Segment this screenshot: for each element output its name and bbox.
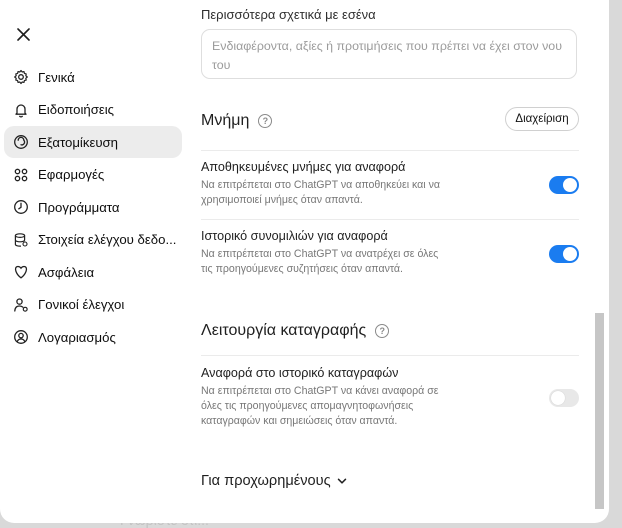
more-about-you-label: Περισσότερα σχετικά με εσένα	[201, 7, 376, 22]
sidebar-item-label: Λογαριασμός	[38, 329, 116, 345]
bell-icon	[13, 102, 29, 118]
sidebar-item-parental-controls[interactable]: Γονικοί έλεγχοι	[4, 289, 182, 321]
sidebar-item-personalization[interactable]: Εξατομίκευση	[4, 126, 182, 158]
saved-memories-description: Να επιτρέπεται στο ChatGPT να αποθηκεύει…	[201, 179, 441, 206]
sidebar-item-data-controls[interactable]: Στοιχεία ελέγχου δεδο...	[4, 224, 182, 256]
sidebar-item-notifications[interactable]: Ειδοποιήσεις	[4, 94, 182, 126]
chat-history-toggle[interactable]	[549, 245, 579, 263]
close-icon	[16, 27, 30, 41]
settings-sidebar: Γενικά Ειδοποιήσεις Εξατομίκευση Εφαρμογ…	[4, 61, 182, 354]
clock-icon	[13, 199, 29, 215]
saved-memories-row: Αποθηκευμένες μνήμες για αναφορά Να επιτ…	[201, 160, 441, 208]
sidebar-item-label: Γονικοί έλεγχοι	[38, 297, 125, 312]
parental-user-icon	[13, 297, 29, 313]
divider	[201, 150, 579, 151]
sidebar-item-label: Στοιχεία ελέγχου δεδο...	[38, 232, 177, 247]
more-about-you-input[interactable]: Ενδιαφέροντα, αξίες ή προτιμήσεις που πρ…	[201, 29, 577, 79]
help-icon[interactable]: ?	[258, 114, 273, 128]
settings-content: Περισσότερα σχετικά με εσένα Ενδιαφέροντ…	[201, 0, 579, 523]
divider	[201, 355, 579, 356]
chat-history-title: Ιστορικό συνομιλιών για αναφορά	[201, 229, 388, 243]
chat-history-row: Ιστορικό συνομιλιών για αναφορά Να επιτρ…	[201, 229, 441, 277]
scrollbar-thumb[interactable]	[595, 313, 604, 509]
settings-modal: Γενικά Ειδοποιήσεις Εξατομίκευση Εφαρμογ…	[0, 0, 609, 523]
sidebar-item-label: Εξατομίκευση	[38, 134, 119, 150]
advanced-label: Για προχωρημένους	[201, 473, 331, 489]
chat-history-description: Να επιτρέπεται στο ChatGPT να ανατρέχει …	[201, 248, 439, 275]
sidebar-item-account[interactable]: Λογαριασμός	[4, 321, 182, 353]
recording-history-title: Αναφορά στο ιστορικό καταγραφών	[201, 366, 399, 380]
help-icon[interactable]: ?	[375, 324, 390, 338]
manage-memory-button[interactable]: Διαχείριση	[505, 107, 579, 131]
gear-icon	[13, 69, 29, 85]
chevron-down-icon	[337, 478, 346, 484]
close-button[interactable]	[13, 24, 33, 44]
advanced-expander[interactable]: Για προχωρημένους	[201, 473, 348, 489]
memory-section-title: Μνήμη ?	[201, 112, 273, 130]
memory-title: Μνήμη	[201, 112, 250, 129]
sidebar-item-apps[interactable]: Εφαρμογές	[4, 159, 182, 191]
toggle-knob	[563, 178, 577, 192]
sidebar-item-label: Ειδοποιήσεις	[38, 102, 115, 117]
sidebar-item-label: Προγράμματα	[38, 199, 120, 215]
sidebar-item-schedules[interactable]: Προγράμματα	[4, 191, 182, 223]
recording-history-description: Να επιτρέπεται στο ChatGPT να κάνει αναφ…	[201, 385, 439, 427]
sidebar-item-security[interactable]: Ασφάλεια	[4, 256, 182, 288]
database-icon	[13, 232, 29, 248]
account-icon	[13, 329, 29, 345]
toggle-knob	[551, 391, 565, 405]
sidebar-item-label: Ασφάλεια	[38, 264, 95, 280]
sidebar-item-general[interactable]: Γενικά	[4, 61, 182, 93]
recording-title: Λειτουργία καταγραφής	[201, 322, 367, 339]
saved-memories-title: Αποθηκευμένες μνήμες για αναφορά	[201, 160, 406, 174]
sidebar-item-label: Εφαρμογές	[38, 167, 105, 182]
sidebar-item-label: Γενικά	[38, 69, 75, 85]
more-about-you-placeholder: Ενδιαφέροντα, αξίες ή προτιμήσεις που πρ…	[212, 39, 562, 72]
apps-grid-icon	[13, 167, 29, 183]
shield-icon	[13, 264, 29, 280]
recording-section-title: Λειτουργία καταγραφής ?	[201, 322, 390, 340]
personalization-icon	[13, 134, 29, 150]
saved-memories-toggle[interactable]	[549, 176, 579, 194]
toggle-knob	[563, 247, 577, 261]
recording-history-toggle[interactable]	[549, 389, 579, 407]
divider	[201, 219, 579, 220]
recording-history-row: Αναφορά στο ιστορικό καταγραφών Να επιτρ…	[201, 366, 441, 429]
